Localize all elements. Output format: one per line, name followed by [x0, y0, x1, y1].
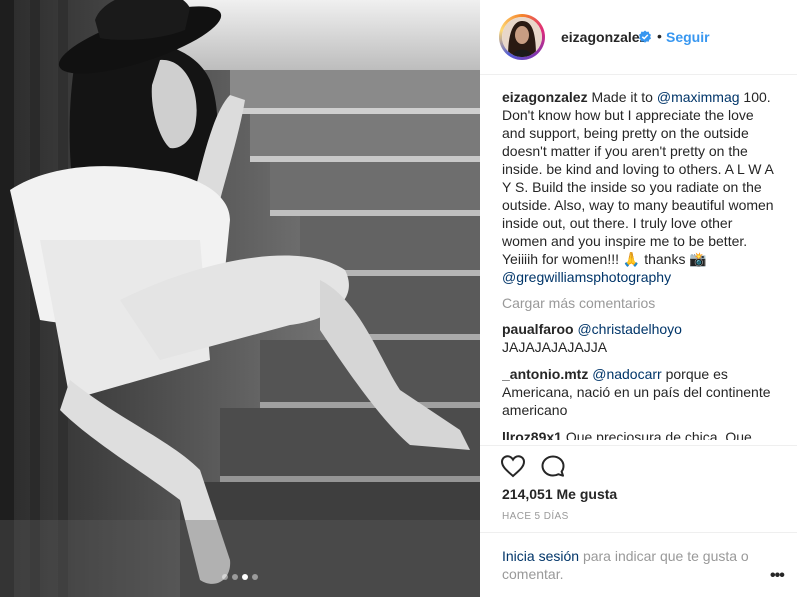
verified-badge-icon [639, 30, 651, 43]
heart-icon[interactable] [500, 454, 526, 478]
carousel-dot [222, 574, 228, 580]
login-prompt-text: Inicia sesión para indicar que te gusta … [502, 547, 764, 583]
comment-item: paualfaroo @christadelhoyo JAJAJAJAJAJJA [502, 320, 777, 356]
likes-count[interactable]: 214,051 Me gusta [502, 486, 617, 502]
carousel-indicator [0, 574, 480, 580]
caption-text: Made it to [591, 89, 653, 105]
avatar-image [502, 17, 542, 57]
comments-list[interactable]: eizagonzalez Made it to @maximmag 100. D… [502, 88, 777, 440]
post-caption: eizagonzalez Made it to @maximmag 100. D… [502, 88, 777, 286]
photo-illustration [0, 0, 480, 597]
caption-username[interactable]: eizagonzalez [502, 89, 588, 105]
post-timestamp[interactable]: HACE 5 DÍAS [502, 511, 569, 522]
caption-mention[interactable]: @gregwilliamsphotography [502, 269, 671, 285]
caption-mention[interactable]: @maximmag [657, 89, 740, 105]
carousel-dot [252, 574, 258, 580]
comment-username[interactable]: paualfaroo [502, 321, 574, 337]
caption-text: 100. Don't know how but I appreciate the… [502, 89, 774, 267]
more-options-icon[interactable]: ••• [770, 567, 785, 585]
carousel-dot [232, 574, 238, 580]
post-photo[interactable] [0, 0, 480, 597]
comment-text: Que preciosura de chica. Que [565, 429, 752, 440]
header-username[interactable]: eizagonzalez [561, 29, 647, 45]
follow-button[interactable]: Seguir [666, 29, 710, 45]
post-actions [480, 445, 797, 485]
header-separator: • [657, 28, 662, 44]
post-frame: eizagonzalez • Seguir eizagonzalez Made … [0, 0, 797, 597]
comment-icon[interactable] [540, 454, 566, 478]
comment-item: _antonio.mtz @nadocarr porque es America… [502, 365, 777, 419]
comment-username[interactable]: _antonio.mtz [502, 366, 588, 382]
login-prompt: Inicia sesión para indicar que te gusta … [480, 532, 797, 597]
comment-mention[interactable]: @nadocarr [592, 366, 661, 382]
avatar[interactable] [499, 14, 545, 60]
comment-text: JAJAJAJAJAJJA [502, 339, 608, 355]
comment-mention[interactable]: @christadelhoyo [577, 321, 682, 337]
comment-username[interactable]: llroz89x1 [502, 429, 562, 440]
load-more-comments-button[interactable]: Cargar más comentarios [502, 294, 777, 312]
post-side-panel: eizagonzalez • Seguir eizagonzalez Made … [480, 0, 797, 597]
post-header: eizagonzalez • Seguir [480, 0, 797, 75]
login-link[interactable]: Inicia sesión [502, 548, 579, 564]
comment-item: llroz89x1 Que preciosura de chica. Que [502, 428, 777, 440]
carousel-dot-active [242, 574, 248, 580]
